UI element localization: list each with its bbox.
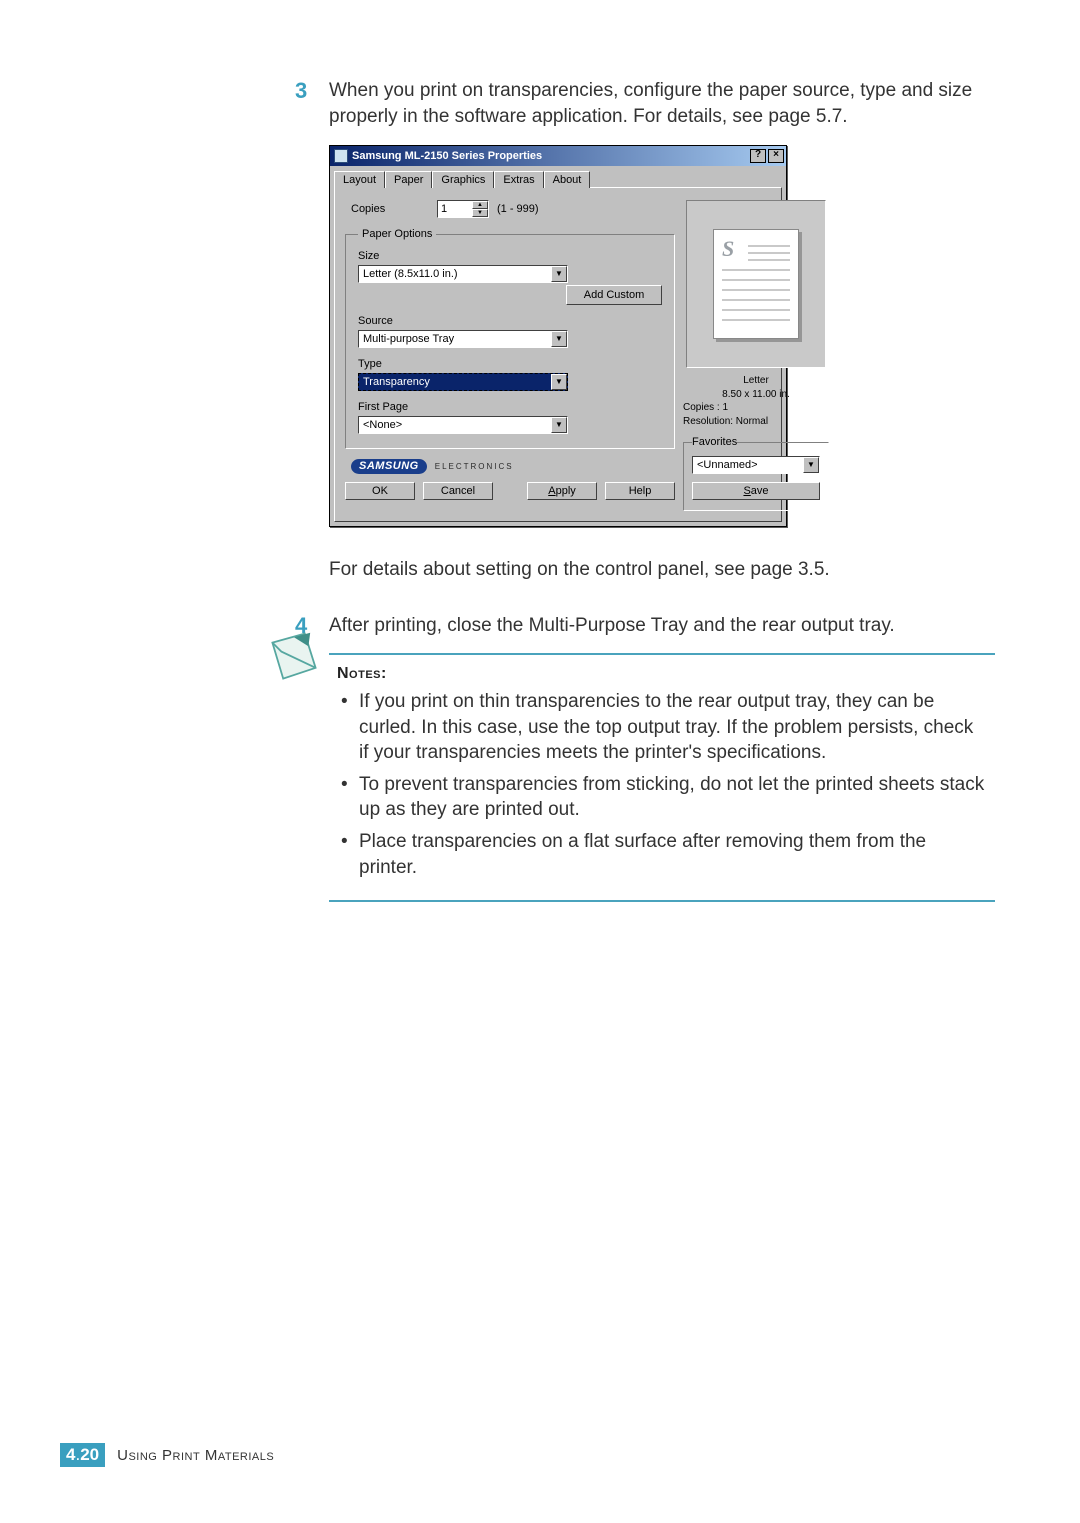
add-custom-button[interactable]: Add Custom xyxy=(566,285,662,305)
properties-dialog-screenshot: Samsung ML-2150 Series Properties ? × La… xyxy=(329,145,995,527)
paper-tab-panel: Copies ▲▼ (1 - 999) Paper Options Size xyxy=(334,187,782,522)
footer-section-title: Using Print Materials xyxy=(117,1447,274,1464)
close-button[interactable]: × xyxy=(768,149,784,163)
tab-paper[interactable]: Paper xyxy=(385,171,432,188)
size-combo[interactable]: Letter (8.5x11.0 in.) ▼ xyxy=(358,265,568,283)
first-page-label: First Page xyxy=(358,401,662,413)
step-text: After printing, close the Multi-Purpose … xyxy=(329,613,895,639)
page-footer: 4.20 Using Print Materials xyxy=(60,1443,274,1467)
copies-label: Copies xyxy=(351,203,437,215)
copies-spinner[interactable]: ▲▼ xyxy=(437,200,489,218)
chevron-down-icon[interactable]: ▼ xyxy=(551,374,567,390)
page-number-badge: 4.20 xyxy=(60,1443,105,1467)
chevron-down-icon[interactable]: ▼ xyxy=(551,266,567,282)
chevron-down-icon[interactable]: ▼ xyxy=(803,457,819,473)
favorites-group: Favorites <Unnamed> ▼ Save xyxy=(683,436,829,511)
source-label: Source xyxy=(358,315,662,327)
save-button[interactable]: Save xyxy=(692,482,820,500)
chevron-down-icon[interactable]: ▼ xyxy=(551,417,567,433)
note-item: Place transparencies on a flat surface a… xyxy=(341,829,987,880)
note-icon xyxy=(267,629,321,685)
step-4: 4 After printing, close the Multi-Purpos… xyxy=(295,613,995,639)
help-button[interactable]: ? xyxy=(750,149,766,163)
app-icon xyxy=(334,149,348,163)
source-combo[interactable]: Multi-purpose Tray ▼ xyxy=(358,330,568,348)
paper-options-legend: Paper Options xyxy=(358,228,436,240)
preview-resolution: Resolution: Normal xyxy=(683,415,829,429)
samsung-logo: SAMSUNG xyxy=(351,459,427,474)
tab-layout[interactable]: Layout xyxy=(334,171,385,188)
brand-row: SAMSUNG ELECTRONICS xyxy=(351,459,675,474)
type-combo[interactable]: Transparency ▼ xyxy=(358,373,568,391)
tab-strip: Layout Paper Graphics Extras About xyxy=(330,166,786,187)
favorites-value: <Unnamed> xyxy=(693,459,803,471)
cancel-button[interactable]: Cancel xyxy=(423,482,493,500)
preview-s-icon: S xyxy=(722,236,734,262)
first-page-value: <None> xyxy=(359,419,551,431)
step-3-after-text: For details about setting on the control… xyxy=(329,557,995,583)
size-value: Letter (8.5x11.0 in.) xyxy=(359,268,551,280)
note-item: To prevent transparencies from sticking,… xyxy=(341,772,987,823)
tab-extras[interactable]: Extras xyxy=(494,171,543,188)
brand-subtext: ELECTRONICS xyxy=(435,462,514,471)
copies-input[interactable] xyxy=(438,201,472,217)
spinner-arrows[interactable]: ▲▼ xyxy=(472,201,488,217)
copies-range: (1 - 999) xyxy=(497,203,539,215)
tab-about[interactable]: About xyxy=(544,171,591,188)
apply-button[interactable]: Apply xyxy=(527,482,597,500)
favorites-combo[interactable]: <Unnamed> ▼ xyxy=(692,456,820,474)
favorites-legend: Favorites xyxy=(692,436,737,448)
chevron-down-icon[interactable]: ▼ xyxy=(551,331,567,347)
help-button[interactable]: Help xyxy=(605,482,675,500)
preview-copies: Copies : 1 xyxy=(683,401,829,415)
step-text: When you print on transparencies, config… xyxy=(329,78,995,129)
type-value: Transparency xyxy=(359,376,551,388)
preview-size-name: Letter xyxy=(683,374,829,388)
note-item: If you print on thin transparencies to t… xyxy=(341,689,987,766)
step-number: 3 xyxy=(295,78,329,104)
window-title: Samsung ML-2150 Series Properties xyxy=(352,150,750,162)
notes-block: Notes: If you print on thin transparenci… xyxy=(329,653,995,902)
first-page-combo[interactable]: <None> ▼ xyxy=(358,416,568,434)
source-value: Multi-purpose Tray xyxy=(359,333,551,345)
notes-heading: Notes: xyxy=(337,665,987,683)
tab-graphics[interactable]: Graphics xyxy=(432,171,494,188)
titlebar: Samsung ML-2150 Series Properties ? × xyxy=(330,146,786,166)
ok-button[interactable]: OK xyxy=(345,482,415,500)
paper-options-group: Paper Options Size Letter (8.5x11.0 in.)… xyxy=(345,228,675,449)
step-3: 3 When you print on transparencies, conf… xyxy=(295,78,995,129)
size-label: Size xyxy=(358,250,662,262)
preview-sheet: S xyxy=(713,229,799,339)
preview-dimensions: 8.50 x 11.00 in. xyxy=(683,388,829,402)
page-preview: S xyxy=(686,200,826,368)
preview-meta: Letter 8.50 x 11.00 in. Copies : 1 Resol… xyxy=(683,374,829,428)
properties-dialog: Samsung ML-2150 Series Properties ? × La… xyxy=(329,145,787,527)
type-label: Type xyxy=(358,358,662,370)
